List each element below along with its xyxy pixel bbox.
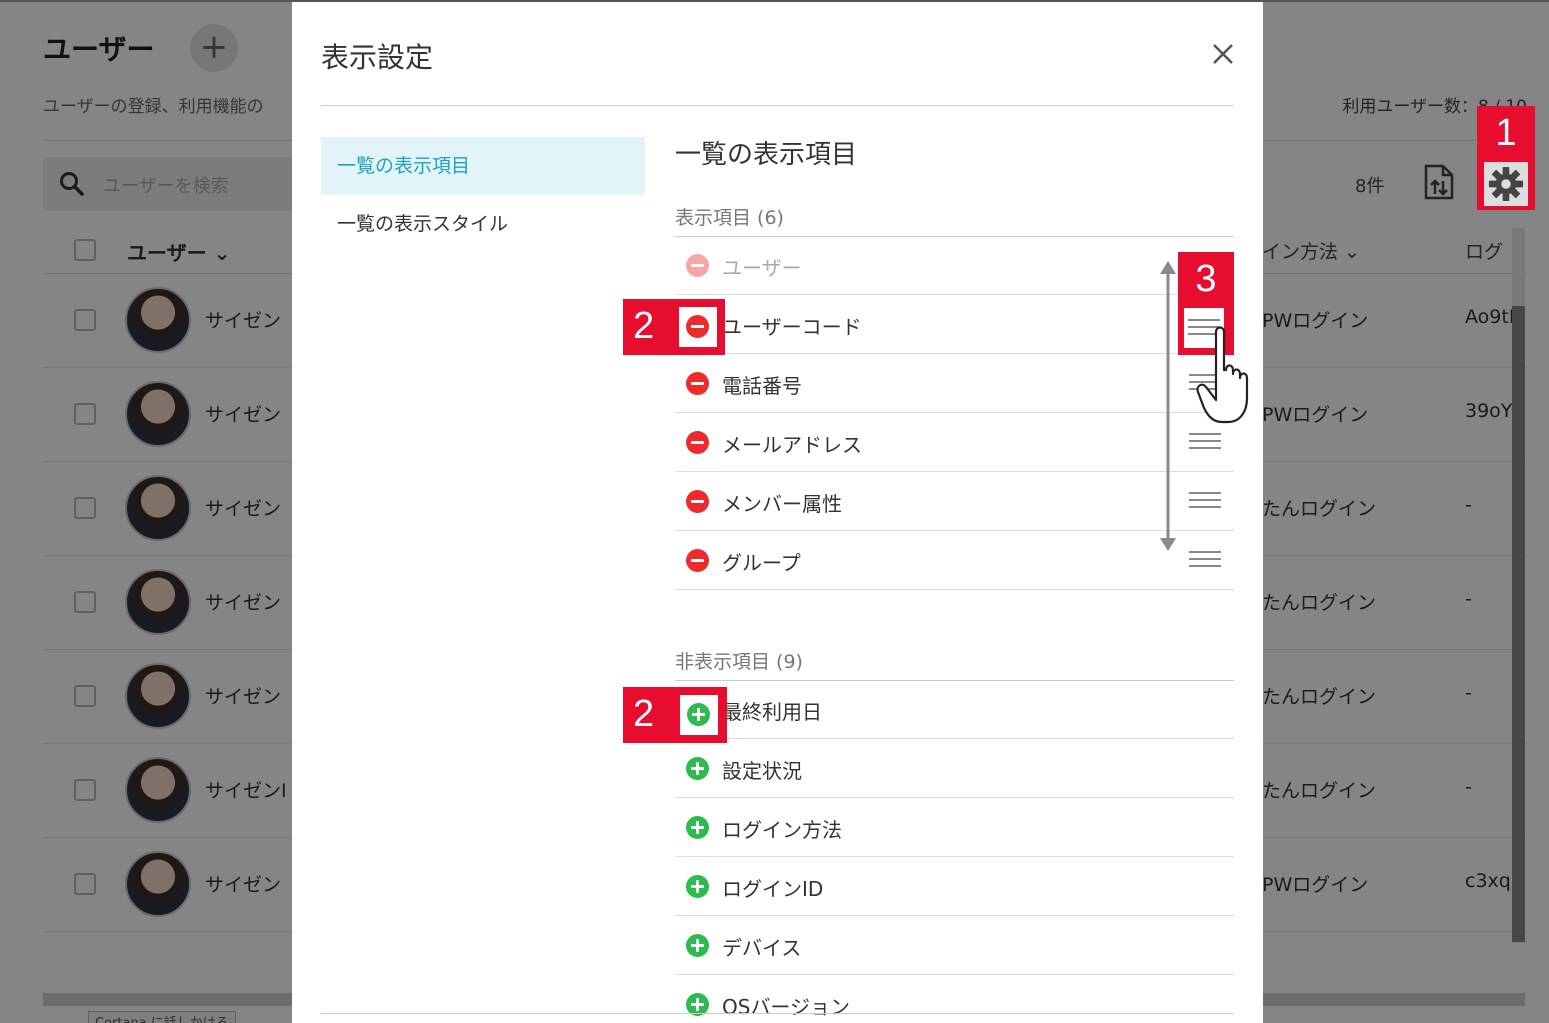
callout-number: 2 [633, 693, 655, 735]
nav-display-items[interactable]: 一覧の表示項目 [321, 137, 645, 195]
remove-icon[interactable] [686, 372, 709, 395]
item-label: ログイン方法 [722, 818, 842, 842]
add-highlight[interactable] [680, 695, 718, 735]
add-icon[interactable] [686, 934, 709, 957]
drag-handle-icon[interactable] [1189, 492, 1221, 510]
remove-highlight[interactable] [679, 307, 717, 347]
item-label: グループ [722, 551, 801, 575]
gear-highlight[interactable] [1484, 162, 1528, 206]
remove-icon[interactable] [686, 490, 709, 513]
item-label: メールアドレス [722, 433, 862, 457]
hidden-item-os-version[interactable]: OSバージョン [675, 975, 1234, 1023]
item-label: 電話番号 [722, 374, 802, 398]
remove-icon [686, 315, 709, 338]
drag-handle-icon[interactable] [1189, 433, 1221, 451]
item-label: ユーザーコード [722, 315, 862, 339]
reorder-arrow-icon [1160, 261, 1176, 551]
callout-number: 3 [1195, 258, 1217, 300]
hidden-item-login-method[interactable]: ログイン方法 [675, 798, 1234, 857]
callout-step-2-remove: 2 [623, 299, 725, 355]
hand-cursor-icon [1196, 326, 1249, 424]
hidden-items-label: 非表示項目 (9) [675, 651, 803, 673]
hidden-item-device[interactable]: デバイス [675, 916, 1234, 975]
visible-item-member-attribute[interactable]: メンバー属性 [675, 472, 1234, 531]
hidden-item-last-used[interactable]: 最終利用日 [675, 680, 1234, 739]
remove-icon[interactable] [686, 431, 709, 454]
remove-icon[interactable] [686, 549, 709, 572]
visible-item-user-code[interactable]: ユーザーコード [675, 295, 1234, 354]
add-icon[interactable] [686, 757, 709, 780]
close-icon[interactable] [1207, 38, 1239, 70]
item-label: ユーザー [722, 256, 802, 280]
visible-item-user: ユーザー [675, 236, 1234, 295]
callout-number: 1 [1495, 112, 1517, 154]
callout-number: 2 [633, 305, 655, 347]
add-icon[interactable] [686, 875, 709, 898]
item-label: メンバー属性 [722, 492, 842, 516]
visible-item-email[interactable]: メールアドレス [675, 413, 1234, 472]
remove-icon [686, 254, 709, 277]
section-title: 一覧の表示項目 [675, 140, 858, 170]
item-label: 最終利用日 [722, 700, 822, 724]
add-icon [687, 703, 710, 726]
visible-item-group[interactable]: グループ [675, 531, 1234, 590]
visible-items-label: 表示項目 (6) [675, 207, 784, 229]
dialog-title: 表示設定 [321, 41, 434, 74]
display-settings-dialog: 表示設定 一覧の表示項目 一覧の表示スタイル 一覧の表示項目 表示項目 (6) … [292, 2, 1263, 1023]
visible-item-phone[interactable]: 電話番号 [675, 354, 1234, 413]
dialog-divider [321, 105, 1234, 106]
item-label: 設定状況 [722, 759, 802, 783]
item-label: デバイス [722, 936, 802, 960]
item-label: ログインID [722, 877, 824, 901]
callout-step-2-add: 2 [623, 687, 727, 743]
gear-icon [1488, 166, 1524, 202]
callout-step-1: 1 [1477, 106, 1535, 210]
dialog-footer-divider [321, 1013, 1234, 1014]
nav-display-style[interactable]: 一覧の表示スタイル [321, 195, 645, 253]
add-icon[interactable] [686, 816, 709, 839]
item-label: OSバージョン [722, 995, 851, 1019]
hidden-item-login-id[interactable]: ログインID [675, 857, 1234, 916]
drag-handle-icon[interactable] [1189, 551, 1221, 569]
hidden-item-setup-status[interactable]: 設定状況 [675, 739, 1234, 798]
